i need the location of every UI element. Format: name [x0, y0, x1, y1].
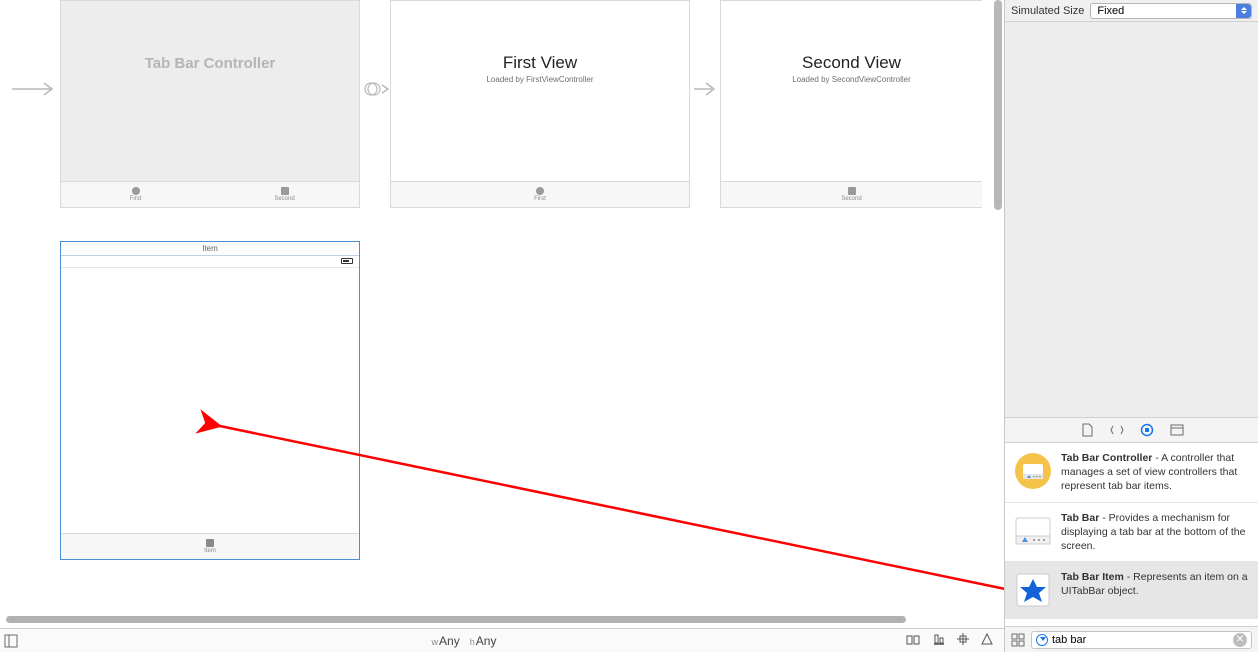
square-icon [281, 187, 289, 195]
size-class-control[interactable]: wAny hAny [22, 634, 906, 648]
library-footer: ✕ [1005, 626, 1258, 652]
horizontal-scrollbar[interactable] [6, 614, 994, 624]
tab-item-first[interactable]: First [61, 182, 210, 207]
select-stepper-icon [1236, 4, 1251, 18]
file-template-tab[interactable] [1079, 422, 1095, 438]
tab-bar[interactable]: Item [61, 533, 359, 559]
inspector-row-simulated-size: Simulated Size Fixed [1005, 0, 1258, 22]
library-item-tab-bar-controller[interactable]: Tab Bar Controller - A controller that m… [1005, 443, 1258, 503]
battery-icon [341, 258, 353, 264]
document-outline-toggle[interactable] [0, 634, 22, 648]
segue-arrow[interactable] [694, 80, 720, 98]
simulated-size-select[interactable]: Fixed [1090, 3, 1252, 19]
library-item-tab-bar-item[interactable]: Tab Bar Item - Represents an item on a U… [1005, 562, 1258, 619]
library-search-input[interactable] [1052, 633, 1229, 647]
scene-item[interactable]: Item Item [60, 241, 360, 560]
tab-bar-item-icon [1013, 570, 1053, 610]
constraint-tools [906, 632, 1004, 649]
pin-icon[interactable] [956, 632, 970, 649]
code-snippet-tab[interactable] [1109, 422, 1125, 438]
tab-bar: First Second [61, 181, 359, 207]
scrollbar-thumb[interactable] [6, 616, 906, 623]
library-item-text: Tab Bar Item - Represents an item on a U… [1061, 570, 1250, 610]
scrollbar-thumb[interactable] [994, 0, 1002, 210]
library-item-tab-bar[interactable]: Tab Bar - Provides a mechanism for displ… [1005, 503, 1258, 563]
tab-item-second[interactable]: Second [210, 182, 359, 207]
scene-subtitle: Loaded by SecondViewController [721, 75, 982, 84]
media-library-tab[interactable] [1169, 422, 1185, 438]
initial-scene-arrow [12, 80, 60, 98]
scene-subtitle: Loaded by FirstViewController [391, 75, 689, 84]
filter-icon[interactable] [1036, 634, 1048, 646]
scene-header[interactable]: Item [61, 242, 359, 256]
library-item-text: Tab Bar - Provides a mechanism for displ… [1061, 511, 1250, 554]
canvas-bottom-bar: wAny hAny [0, 628, 1004, 652]
scene-first-view[interactable]: First View Loaded by FirstViewController… [390, 0, 690, 208]
inspector-panel: Simulated Size Fixed Tab Bar Controller … [1004, 0, 1258, 652]
clear-search-button[interactable]: ✕ [1233, 633, 1247, 647]
tab-item-second[interactable]: Second [822, 182, 882, 207]
stack-icon[interactable] [906, 632, 922, 649]
tab-item-first[interactable]: First [510, 182, 570, 207]
vertical-scrollbar[interactable] [992, 0, 1004, 618]
status-bar [61, 256, 359, 268]
scene-title: Second View [721, 53, 982, 73]
library-search[interactable]: ✕ [1031, 631, 1252, 649]
inspector-blank-area [1005, 22, 1258, 417]
scene-second-view[interactable]: Second View Loaded by SecondViewControll… [720, 0, 982, 208]
library-tab-bar [1005, 417, 1258, 443]
library-item-text: Tab Bar Controller - A controller that m… [1061, 451, 1250, 494]
segue-arrow[interactable] [362, 80, 390, 98]
tab-bar-controller-icon [1013, 451, 1053, 491]
circle-icon [132, 187, 140, 195]
resolve-icon[interactable] [980, 632, 994, 649]
scene-title: First View [391, 53, 689, 73]
object-library-list[interactable]: Tab Bar Controller - A controller that m… [1005, 443, 1258, 626]
tab-bar: First [391, 181, 689, 207]
scene-tab-bar-controller[interactable]: Tab Bar Controller First Second [60, 0, 360, 208]
align-icon[interactable] [932, 632, 946, 649]
scene-title: Tab Bar Controller [61, 55, 359, 72]
storyboard-canvas[interactable]: Tab Bar Controller First Second First Vi… [0, 0, 1004, 652]
square-icon [848, 187, 856, 195]
square-icon [206, 539, 214, 547]
circle-icon [536, 187, 544, 195]
tab-bar-icon [1013, 511, 1053, 551]
tab-bar: Second [721, 181, 982, 207]
simulated-size-label: Simulated Size [1011, 5, 1084, 17]
object-library-tab[interactable] [1139, 422, 1155, 438]
grid-view-toggle[interactable] [1011, 633, 1025, 647]
